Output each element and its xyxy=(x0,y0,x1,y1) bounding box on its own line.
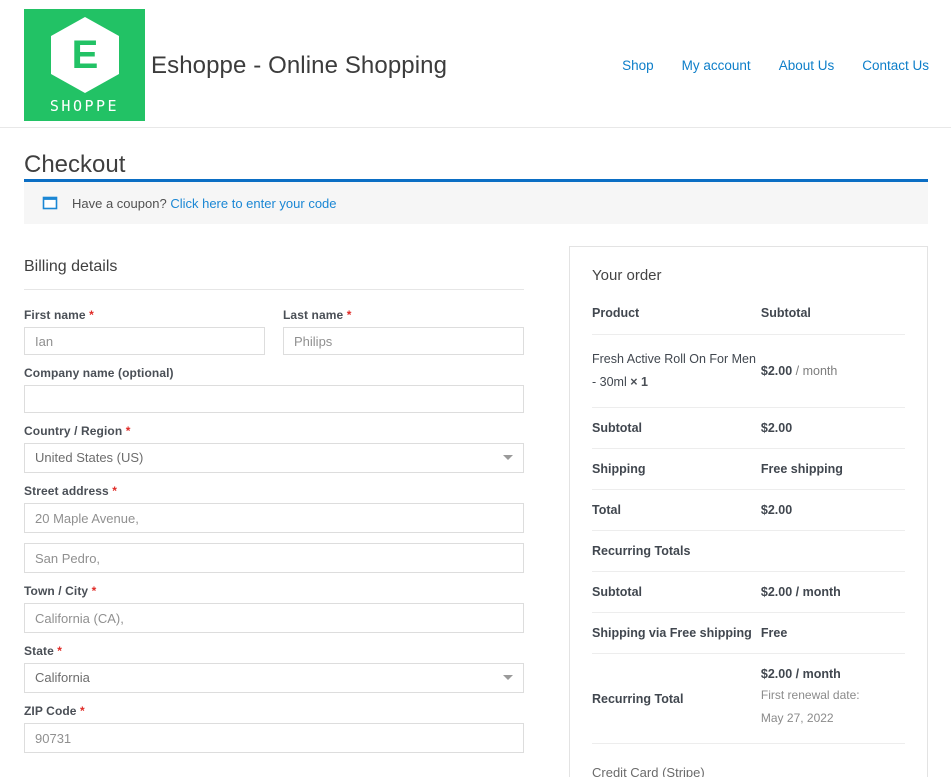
coupon-text: Have a coupon? Click here to enter your … xyxy=(72,196,337,211)
coupon-tag-icon xyxy=(42,195,58,211)
order-line-item-name: Fresh Active Roll On For Men - 30ml xyxy=(592,352,756,390)
street-address-label: Street address * xyxy=(24,484,524,498)
recurring-totals-heading: Recurring Totals xyxy=(592,530,758,573)
coupon-prompt: Have a coupon? xyxy=(72,195,167,211)
first-name-input[interactable] xyxy=(24,327,265,355)
street-address-line1-input[interactable] xyxy=(24,503,524,533)
billing-details-heading: Billing details xyxy=(24,258,524,290)
nav-item-contact-us[interactable]: Contact Us xyxy=(862,58,929,73)
payment-method-label: Credit Card (Stripe) xyxy=(592,764,705,777)
street-address-label-text: Street address xyxy=(24,484,109,498)
site-title: Eshoppe - Online Shopping xyxy=(151,52,448,79)
logo-letter: E xyxy=(71,33,98,77)
order-shipping-label: Shipping xyxy=(592,448,758,491)
required-mark: * xyxy=(125,424,131,438)
coupon-link[interactable]: Click here to enter your code xyxy=(170,196,336,211)
required-mark: * xyxy=(57,644,63,658)
required-mark: * xyxy=(80,704,85,718)
main-navigation: Shop My account About Us Contact Us xyxy=(622,58,929,73)
required-mark: * xyxy=(346,308,352,322)
town-city-label-text: Town / City xyxy=(24,584,89,598)
order-summary-heading: Your order xyxy=(592,267,662,284)
order-total-value: $2.00 xyxy=(757,489,905,532)
recurring-shipping-value: Free xyxy=(757,612,905,655)
last-name-label: Last name * xyxy=(283,308,524,322)
order-col-subtotal: Subtotal xyxy=(757,306,905,335)
billing-details-section: Billing details First name * Last name *… xyxy=(24,258,524,764)
recurring-total-value-cell: $2.00 / month First renewal date: May 27… xyxy=(757,653,905,744)
order-line-item-price-cell: $2.00 / month xyxy=(757,334,905,409)
logo-wordmark: SHOPPE xyxy=(49,97,120,115)
required-mark: * xyxy=(89,308,94,322)
required-mark: * xyxy=(91,584,97,598)
coupon-notice[interactable]: Have a coupon? Click here to enter your … xyxy=(24,179,928,224)
recurring-shipping-label: Shipping via Free shipping xyxy=(592,612,758,655)
zip-code-label-text: ZIP Code xyxy=(24,704,77,718)
order-subtotal-label: Subtotal xyxy=(592,407,758,450)
field-company-name: Company name (optional) xyxy=(24,366,524,413)
order-line-item-price: $2.00 xyxy=(760,364,793,379)
required-mark: * xyxy=(112,484,117,498)
order-row-recurring-heading: Recurring Totals xyxy=(592,530,905,573)
order-total-label: Total xyxy=(592,489,758,532)
order-row-recurring-total: Recurring Total $2.00 / month First rene… xyxy=(592,653,905,744)
order-row-shipping: Shipping Free shipping xyxy=(592,448,905,491)
order-row-recurring-shipping: Shipping via Free shipping Free xyxy=(592,612,905,655)
nav-item-my-account[interactable]: My account xyxy=(682,58,751,73)
recurring-total-label: Recurring Total xyxy=(592,653,758,744)
first-name-label: First name * xyxy=(24,308,265,322)
first-renewal-date-note: First renewal date: May 27, 2022 xyxy=(760,688,860,726)
recurring-subtotal-value: $2.00 / month xyxy=(757,571,905,614)
order-summary-table: Product Subtotal Fresh Active Roll On Fo… xyxy=(592,306,905,744)
zip-code-label: ZIP Code * xyxy=(24,704,524,718)
field-town-city: Town / City * xyxy=(24,584,524,633)
state-label: State * xyxy=(24,644,524,658)
country-region-label: Country / Region * xyxy=(24,424,524,438)
checkout-page: E SHOPPE Eshoppe - Online Shopping Shop … xyxy=(0,0,951,777)
last-name-label-text: Last name xyxy=(283,308,344,322)
recurring-subtotal-label: Subtotal xyxy=(592,571,758,614)
zip-code-input[interactable] xyxy=(24,723,524,753)
field-country-region: Country / Region * United States (US) xyxy=(24,424,524,473)
country-region-select[interactable]: United States (US) xyxy=(24,443,524,473)
company-name-label: Company name (optional) xyxy=(24,366,174,380)
town-city-label: Town / City * xyxy=(24,584,524,598)
state-select[interactable]: California xyxy=(24,663,524,693)
order-shipping-value: Free shipping xyxy=(757,448,905,491)
street-address-line2-input[interactable] xyxy=(24,543,524,573)
state-select-wrap[interactable]: California xyxy=(24,663,524,693)
nav-item-about-us[interactable]: About Us xyxy=(779,58,835,73)
field-state: State * California xyxy=(24,644,524,693)
logo-hexagon-icon: E xyxy=(47,15,123,95)
field-zip-code: ZIP Code * xyxy=(24,704,524,753)
site-header: E SHOPPE Eshoppe - Online Shopping Shop … xyxy=(0,0,951,128)
state-label-text: State xyxy=(24,644,54,658)
order-subtotal-value: $2.00 xyxy=(757,407,905,450)
nav-item-shop[interactable]: Shop xyxy=(622,58,654,73)
order-line-item-row: Fresh Active Roll On For Men - 30ml × 1 … xyxy=(592,334,905,409)
field-first-name: First name * xyxy=(24,308,265,355)
order-summary-panel: Your order Product Subtotal Fresh Active… xyxy=(569,246,928,777)
field-street-address: Street address * xyxy=(24,484,524,573)
first-name-label-text: First name xyxy=(24,308,86,322)
order-row-recurring-subtotal: Subtotal $2.00 / month xyxy=(592,571,905,614)
order-table-header-row: Product Subtotal xyxy=(592,306,905,335)
country-region-select-wrap[interactable]: United States (US) xyxy=(24,443,524,473)
page-title: Checkout xyxy=(24,151,126,179)
field-last-name: Last name * xyxy=(283,308,524,355)
recurring-totals-heading-spacer xyxy=(757,530,905,573)
order-row-total: Total $2.00 xyxy=(592,489,905,532)
site-logo[interactable]: E SHOPPE xyxy=(24,9,145,121)
order-line-item-qty: × 1 xyxy=(630,375,648,390)
order-row-subtotal: Subtotal $2.00 xyxy=(592,407,905,450)
order-col-product: Product xyxy=(592,306,758,335)
order-line-item-name-cell: Fresh Active Roll On For Men - 30ml × 1 xyxy=(592,334,758,409)
town-city-input[interactable] xyxy=(24,603,524,633)
order-line-item-period: / month xyxy=(795,364,838,379)
last-name-input[interactable] xyxy=(283,327,524,355)
name-fields-row: First name * Last name * xyxy=(24,308,524,366)
recurring-total-value: $2.00 / month xyxy=(760,667,841,682)
country-region-label-text: Country / Region xyxy=(24,424,123,438)
company-name-input[interactable] xyxy=(24,385,524,413)
